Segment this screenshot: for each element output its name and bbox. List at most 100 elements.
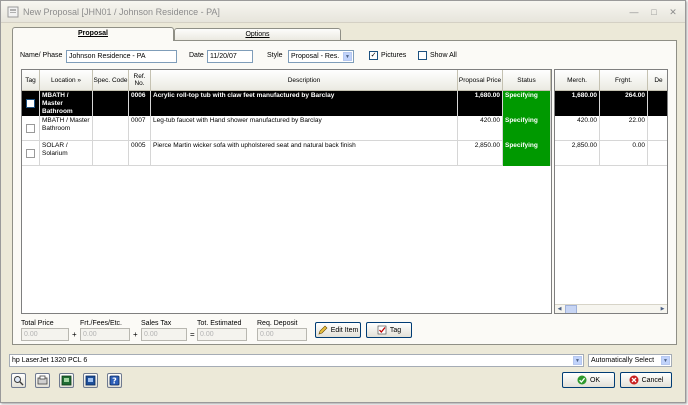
catalog-icon <box>37 375 48 385</box>
items-grid: Tag Location » Spec. Code Ref. No. Descr… <box>21 69 552 314</box>
spec-code-cell <box>93 116 129 141</box>
status-cell: Specifying <box>503 116 551 141</box>
proposal-window: New Proposal [JHN01 / Johnson Residence … <box>0 0 686 403</box>
maximize-icon[interactable]: □ <box>649 7 659 17</box>
printer-select[interactable]: hp LaserJet 1320 PCL 6 ▼ <box>9 354 584 367</box>
show-all-checkbox[interactable] <box>418 51 427 60</box>
tag-cell[interactable] <box>22 91 40 116</box>
col-de[interactable]: De <box>648 70 667 91</box>
location-cell: SOLAR / Solarium <box>40 141 93 166</box>
table-row[interactable]: MBATH / Master Bathroom 0006 Acrylic rol… <box>22 91 551 116</box>
plus-sign: + <box>133 330 138 339</box>
scrollbar-thumb[interactable] <box>565 305 577 313</box>
scroll-left-icon[interactable]: ◀ <box>555 305 564 313</box>
merch-cell: 1,680.00 <box>555 91 600 116</box>
pictures-checkbox[interactable]: ✓ <box>369 51 378 60</box>
magnifier-icon <box>14 376 24 386</box>
tag-cell[interactable] <box>22 116 40 141</box>
description-cell: Leg-tub faucet with Hand shower manufact… <box>151 116 458 141</box>
merch-cell: 2,850.00 <box>555 141 600 166</box>
export-icon <box>61 375 72 386</box>
print-preview-icon <box>85 375 96 386</box>
name-phase-input[interactable]: Johnson Residence - PA <box>66 50 177 63</box>
name-phase-label: Name/ Phase <box>20 52 63 59</box>
spec-code-cell <box>93 91 129 116</box>
style-select[interactable]: Proposal - Res. ▼ <box>288 50 354 63</box>
cost-grid: Merch. Frght. De 1,680.00 264.00 420.00 … <box>554 69 668 314</box>
col-frght[interactable]: Frght. <box>600 70 648 91</box>
sales-tax-label: Sales Tax <box>141 320 172 327</box>
col-description[interactable]: Description <box>151 70 458 91</box>
window-title: New Proposal [JHN01 / Johnson Residence … <box>23 7 220 17</box>
show-all-label: Show All <box>430 52 457 59</box>
row-tag-checkbox[interactable] <box>26 124 35 133</box>
title-bar: New Proposal [JHN01 / Johnson Residence … <box>1 1 685 23</box>
col-tag[interactable]: Tag <box>22 70 40 91</box>
col-ref-no[interactable]: Ref. No. <box>129 70 151 91</box>
table-row[interactable]: MBATH / Master Bathroom 0007 Leg-tub fau… <box>22 116 551 141</box>
tag-cell[interactable] <box>22 141 40 166</box>
catalog-button[interactable] <box>35 373 50 388</box>
tag-check-icon <box>377 325 387 335</box>
frght-cell: 0.00 <box>600 141 648 166</box>
tab-options[interactable]: Options <box>174 28 341 40</box>
print-preview-button[interactable] <box>83 373 98 388</box>
proposal-price-cell: 420.00 <box>458 116 503 141</box>
print-mode-value: Automatically Select <box>591 357 655 364</box>
ref-no-cell: 0007 <box>129 116 151 141</box>
horizontal-scrollbar[interactable]: ◀ ▶ <box>555 304 667 313</box>
col-proposal-price[interactable]: Proposal Price <box>458 70 503 91</box>
table-row[interactable]: 420.00 22.00 <box>555 116 667 141</box>
description-cell: Pierce Martin wicker sofa with upholster… <box>151 141 458 166</box>
app-icon <box>7 6 19 18</box>
printer-name: hp LaserJet 1320 PCL 6 <box>12 357 88 364</box>
col-status[interactable]: Status <box>503 70 551 91</box>
table-row[interactable]: 2,850.00 0.00 <box>555 141 667 166</box>
cancel-button[interactable]: Cancel <box>620 372 672 388</box>
date-label: Date <box>189 52 204 59</box>
tab-proposal[interactable]: Proposal <box>12 27 174 41</box>
check-icon <box>577 375 587 385</box>
ok-button[interactable]: OK <box>562 372 615 388</box>
minimize-icon[interactable]: — <box>629 7 639 17</box>
col-spec-code[interactable]: Spec. Code <box>93 70 129 91</box>
col-merch[interactable]: Merch. <box>555 70 600 91</box>
table-row[interactable]: SOLAR / Solarium 0005 Pierce Martin wick… <box>22 141 551 166</box>
pictures-label: Pictures <box>381 52 407 59</box>
row-tag-checkbox[interactable] <box>26 149 35 158</box>
status-cell: Specifying <box>503 91 551 116</box>
col-location[interactable]: Location » <box>40 70 93 91</box>
date-input[interactable]: 11/20/07 <box>207 50 253 63</box>
edit-item-button[interactable]: Edit Item <box>315 322 361 338</box>
frt-fees-label: Frt./Fees/Etc. <box>80 320 123 327</box>
tag-button[interactable]: Tag <box>366 322 412 338</box>
table-row[interactable]: 1,680.00 264.00 <box>555 91 667 116</box>
export-button[interactable] <box>59 373 74 388</box>
print-mode-select[interactable]: Automatically Select ▼ <box>588 354 672 367</box>
chevron-down-icon[interactable]: ▼ <box>661 356 670 365</box>
cancel-label: Cancel <box>641 376 664 384</box>
chevron-down-icon[interactable]: ▼ <box>573 356 582 365</box>
de-cell <box>648 91 667 116</box>
help-button[interactable]: ? <box>107 373 122 388</box>
style-value: Proposal - Res. <box>291 53 340 60</box>
pencil-icon <box>318 325 328 335</box>
row-tag-checkbox[interactable] <box>26 99 35 108</box>
close-icon[interactable]: ✕ <box>668 7 678 17</box>
scroll-right-icon[interactable]: ▶ <box>658 305 667 313</box>
chevron-down-icon[interactable]: ▼ <box>343 52 352 61</box>
tot-estimated-field: 0.00 <box>197 328 247 341</box>
de-cell <box>648 141 667 166</box>
total-price-field: 0.00 <box>21 328 69 341</box>
location-cell: MBATH / Master Bathroom <box>40 91 93 116</box>
spec-code-cell <box>93 141 129 166</box>
ref-no-cell: 0006 <box>129 91 151 116</box>
svg-text:?: ? <box>112 377 117 386</box>
frght-cell: 22.00 <box>600 116 648 141</box>
help-icon: ? <box>109 375 120 386</box>
equals-sign: = <box>190 330 195 339</box>
tot-estimated-label: Tot. Estimated <box>197 320 242 327</box>
search-button[interactable] <box>11 373 26 388</box>
plus-sign: + <box>72 330 77 339</box>
req-deposit-field: 0.00 <box>257 328 307 341</box>
